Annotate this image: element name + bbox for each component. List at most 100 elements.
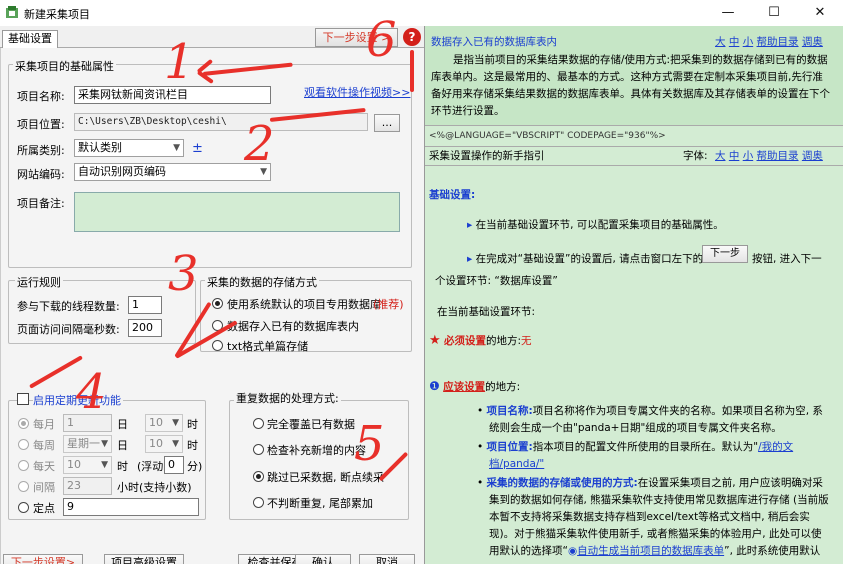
storage-title: 采集的数据的存储方式 — [205, 274, 319, 290]
help-top-links: 大 中 小 帮助目录 调奥 — [715, 34, 823, 51]
tab-basic-settings[interactable]: 基础设置 — [2, 30, 58, 48]
weekly-day-value: 星期一 — [67, 437, 100, 450]
browse-button[interactable]: ... — [374, 114, 400, 132]
weekly-hour-unit: 时 — [187, 439, 198, 452]
radio-icon: ◉ — [567, 545, 578, 557]
monthly-hour-select[interactable]: 10 ▼ — [145, 414, 183, 432]
next-step-bottom-button[interactable]: 下一步设置> — [3, 554, 83, 564]
font-label: 字体: — [683, 150, 708, 162]
weekly-hour-value: 10 — [149, 437, 163, 450]
bullet-1-text: 项目名称将作为项目专属文件夹的名称。如果项目名称为空, 系 — [532, 405, 823, 417]
interval-hours-input[interactable]: 23 — [63, 477, 112, 495]
app-icon — [6, 6, 18, 18]
guide-p2b: 按钮, 进入下一 — [752, 253, 822, 265]
enable-schedule-checkbox[interactable] — [17, 393, 29, 405]
tune-link[interactable]: 调奥 — [802, 36, 823, 48]
duplicate-option-supplement: 检查补充新增的内容 — [267, 444, 366, 457]
storage-radio-txt[interactable] — [212, 340, 223, 351]
confirm-button[interactable]: 确认 — [295, 554, 351, 564]
daily-float-input[interactable]: 0 — [164, 456, 184, 474]
bullet-3-text: 在设置采集项目之前, 用户应该明确对采 — [637, 477, 823, 489]
bullet-1: • 项目名称:项目名称将作为项目专属文件夹的名称。如果项目名称为空, 系 — [477, 405, 823, 417]
bullet-3-title: 采集的数据的存储或使用的方式: — [486, 477, 638, 489]
threads-input[interactable]: 1 — [128, 296, 162, 314]
daily-float-unit: 分) — [187, 460, 203, 473]
info-icon: ❶ — [429, 379, 440, 393]
bullet-2-line-2[interactable]: 档/panda/" — [489, 456, 544, 473]
daily-hour-select[interactable]: 10 ▼ — [63, 456, 112, 474]
guide-font-medium-link[interactable]: 中 — [729, 150, 740, 162]
annotation-arrow-6 — [410, 50, 414, 92]
weekly-day-unit: 日 — [117, 439, 128, 452]
font-large-link[interactable]: 大 — [715, 36, 726, 48]
duplicate-radio-append[interactable] — [253, 497, 264, 508]
guide-help-index-link[interactable]: 帮助目录 — [757, 150, 799, 162]
bullet-1-line-2: 统则会生成一个由"panda+日期"组成的项目专属文件夹名称。 — [489, 422, 782, 434]
guide-font-small-link[interactable]: 小 — [743, 150, 754, 162]
minimize-button[interactable]: — — [705, 0, 751, 26]
project-name-label: 项目名称: — [17, 90, 65, 103]
my-docs-link[interactable]: /我的文 — [758, 441, 793, 453]
chevron-down-icon: ▼ — [101, 439, 108, 449]
guide-p3: 在当前基础设置环节: — [437, 306, 536, 318]
annotation-number-4: 4 — [76, 364, 107, 420]
maximize-button[interactable]: ☐ — [751, 0, 797, 26]
duplicate-option-append: 不判断重复, 尾部累加 — [267, 497, 373, 510]
category-label: 所属类别: — [17, 144, 65, 157]
annotation-number-2: 2 — [244, 116, 275, 172]
cancel-button[interactable]: 取消 — [359, 554, 415, 564]
watch-video-link[interactable]: 观看软件操作视频>> — [304, 84, 410, 100]
storage-option-existing: 数据存入已有的数据库表内 — [227, 320, 359, 333]
interval-input[interactable]: 200 — [128, 319, 162, 337]
daily-hour-unit: 时 — [117, 460, 128, 473]
bullet-3-line-3: 本暂不支持将采集数据支持存档到excel/text等格式文档中, 稍后会实 — [489, 511, 810, 523]
advanced-settings-button[interactable]: 项目高级设置 — [104, 554, 184, 564]
left-pane: 采集项目的基础属性 项目名称: 采集网钛新闻资讯栏目 观看软件操作视频>> 项目… — [0, 48, 424, 564]
weekly-radio[interactable] — [18, 439, 29, 450]
code-line: <%@LANGUAGE="VBSCRIPT" CODEPAGE="936"%> — [429, 131, 666, 141]
storage-option-txt: txt格式单篇存储 — [227, 340, 309, 353]
fixed-radio[interactable] — [18, 502, 29, 513]
chevron-down-icon: ▼ — [173, 143, 180, 153]
auto-generate-link[interactable]: 自动生成当前项目的数据库表单 — [577, 545, 724, 557]
bullet-3-line-5c: ”, 此时系统使用默认 — [724, 545, 821, 557]
duplicate-title: 重复数据的处理方式: — [234, 390, 341, 406]
help-icon[interactable]: ? — [403, 28, 421, 46]
guide-p1: ▸ 在当前基础设置环节, 可以配置采集项目的基础属性。 — [467, 217, 724, 234]
should-set-label: 应该设置 — [443, 381, 486, 393]
bullet-1-title: 项目名称: — [486, 405, 533, 417]
duplicate-radio-overwrite[interactable] — [253, 418, 264, 429]
weekly-hour-select[interactable]: 10 ▼ — [145, 435, 183, 453]
duplicate-radio-supplement[interactable] — [253, 444, 264, 455]
monthly-day-unit: 日 — [117, 418, 128, 431]
monthly-radio[interactable] — [18, 418, 29, 429]
annotation-number-3: 3 — [168, 246, 199, 302]
run-rules-title: 运行规则 — [15, 274, 63, 290]
add-category-button[interactable]: ± — [192, 141, 203, 156]
guide-tune-link[interactable]: 调奥 — [802, 150, 823, 162]
bullet-3: • 采集的数据的存储或使用的方式:在设置采集项目之前, 用户应该明确对采 — [477, 477, 823, 489]
weekly-day-select[interactable]: 星期一 ▼ — [63, 435, 112, 453]
bullet-icon: ▸ — [467, 253, 476, 265]
must-set-label: 必须设置 — [444, 335, 486, 347]
fixed-input[interactable]: 9 — [63, 498, 199, 516]
encoding-select[interactable]: 自动识别网页编码 ▼ — [74, 163, 271, 181]
daily-radio[interactable] — [18, 460, 29, 471]
help-index-link[interactable]: 帮助目录 — [757, 36, 799, 48]
bullet-icon: ▸ — [467, 219, 476, 231]
daily-hour-value: 10 — [67, 458, 81, 471]
notes-textarea[interactable] — [74, 192, 400, 232]
guide-font-large-link[interactable]: 大 — [715, 150, 726, 162]
annotation-number-1: 1 — [164, 34, 195, 90]
font-medium-link[interactable]: 中 — [729, 36, 740, 48]
bullet-2-title: 项目位置: — [486, 441, 533, 453]
category-select[interactable]: 默认类别 ▼ — [74, 139, 184, 157]
font-small-link[interactable]: 小 — [743, 36, 754, 48]
chevron-down-icon: ▼ — [101, 460, 108, 470]
duplicate-radio-skip[interactable] — [253, 471, 264, 482]
storage-radio-default[interactable] — [212, 298, 223, 309]
close-button[interactable]: ✕ — [797, 0, 843, 26]
encoding-label: 网站编码: — [17, 168, 65, 181]
interval-radio[interactable] — [18, 481, 29, 492]
encoding-value: 自动识别网页编码 — [78, 165, 166, 178]
